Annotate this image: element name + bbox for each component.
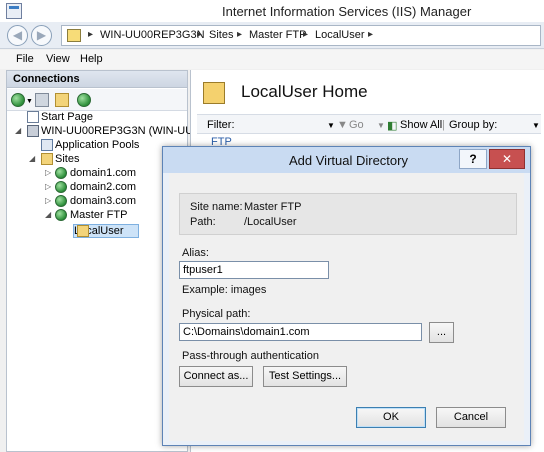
window-titlebar: Internet Information Services (IIS) Mana… [0,0,544,22]
dialog-title: Add Virtual Directory [289,153,408,168]
up-folder-icon[interactable] [55,93,69,107]
alias-label: Alias: [182,247,209,259]
tree-item-master-ftp[interactable]: ◢ Master FTP [7,208,187,222]
tree-item-server[interactable]: ◢ WIN-UU00REP3G3N (WIN-UU00RE [7,124,221,138]
site-globe-icon [55,195,67,207]
filter-dropdown-icon[interactable]: ▼ [327,121,335,130]
alias-input[interactable]: ftpuser1 [179,261,329,279]
breadcrumb-separator: ▸ [303,29,309,40]
group-by-label[interactable]: Group by: [449,119,497,131]
collapse-icon[interactable]: ◢ [45,208,51,222]
connections-header: Connections [7,71,187,88]
tree-item-application-pools[interactable]: Application Pools [7,138,187,152]
site-globe-icon [55,209,67,221]
forward-button[interactable]: ▶ [31,25,52,46]
dialog-titlebar: Add Virtual Directory ? ✕ [163,147,530,173]
path-label: Path: [190,216,216,228]
tree-label: domain3.com [70,195,137,207]
dialog-body: Site name: Master FTP Path: /LocalUser A… [169,173,524,441]
iis-manager-icon [6,3,22,19]
expand-icon[interactable]: ▷ [45,166,51,180]
breadcrumb-sites[interactable]: Sites [209,29,233,41]
expand-icon[interactable]: ▷ [45,194,51,208]
tree-item-start-page[interactable]: Start Page [7,110,187,124]
tree-label: domain2.com [70,181,137,193]
test-settings-button[interactable]: Test Settings... [263,366,347,387]
application-pools-icon [41,139,53,151]
breadcrumb-server[interactable]: WIN-UU00REP3G3N [100,29,205,41]
save-icon[interactable] [35,93,49,107]
ok-button[interactable]: OK [356,407,426,428]
menu-view[interactable]: View [46,53,70,65]
breadcrumb-separator: ▸ [368,29,374,40]
browse-button[interactable]: ... [429,322,454,343]
navigation-bar: ◀ ▶ ▸ WIN-UU00REP3G3N ▸ Sites ▸ Master F… [0,22,544,49]
site-name-value: Master FTP [244,201,302,213]
connections-title: Connections [13,73,80,85]
show-all-button[interactable]: Show All [400,119,442,131]
connect-as-button[interactable]: Connect as... [179,366,253,387]
toolbar-divider: | [442,119,445,131]
breadcrumb-separator: ▸ [237,29,243,40]
path-value: /LocalUser [244,216,297,228]
tree-item-sites[interactable]: ◢ Sites [7,152,187,166]
breadcrumb-separator: ▸ [197,29,203,40]
sites-folder-icon [41,153,53,165]
server-icon [27,125,39,137]
physical-path-label: Physical path: [182,308,251,320]
tree-label: domain1.com [70,167,137,179]
folder-icon [67,29,81,42]
tree-label: Start Page [41,111,93,123]
disconnect-icon[interactable] [77,93,91,107]
site-name-label: Site name: [190,201,243,213]
group-by-dropdown-icon[interactable]: ▼ [532,121,540,130]
go-button[interactable]: Go [349,119,364,131]
tree-label: Sites [55,153,80,165]
cancel-button[interactable]: Cancel [436,407,506,428]
site-info-box: Site name: Master FTP Path: /LocalUser [179,193,517,235]
forward-arrow-icon: ▶ [36,28,47,42]
address-bar[interactable]: ▸ WIN-UU00REP3G3N ▸ Sites ▸ Master FTP ▸… [61,25,541,46]
breadcrumb-master-ftp[interactable]: Master FTP [249,29,306,41]
window-title: Internet Information Services (IIS) Mana… [222,4,472,19]
breadcrumb-separator: ▸ [88,29,94,40]
tree-item-localuser-selected[interactable]: LocalUser [73,224,139,238]
tree-item-domain1[interactable]: ▷ domain1.com [7,166,187,180]
start-page-icon [27,111,39,123]
virtual-folder-icon [77,225,89,237]
add-virtual-directory-dialog: Add Virtual Directory ? ✕ Site name: Mas… [162,146,531,446]
physical-path-input[interactable]: C:\Domains\domain1.com [179,323,422,341]
pass-through-label: Pass-through authentication [182,350,319,362]
menu-file[interactable]: File [16,53,34,65]
menu-help[interactable]: Help [80,53,103,65]
close-button[interactable]: ✕ [489,149,525,169]
filter-bar: Filter: ▼ ▼ Go ▼ ◧ Show All | Group by: … [197,114,541,134]
expand-icon[interactable]: ▷ [45,180,51,194]
show-all-icon: ◧ [387,120,398,132]
go-filter-icon[interactable]: ▼ [337,119,348,131]
filter-label: Filter: [207,119,235,131]
site-globe-icon [55,167,67,179]
tree-label: Application Pools [55,139,140,151]
connections-panel: Connections ▼ Start Page ◢ WIN-UU00REP3G… [6,70,221,452]
tree-label: Master FTP [70,209,128,221]
example-hint: Example: images [182,284,267,296]
connect-globe-icon[interactable] [11,93,25,107]
dropdown-arrow-icon[interactable]: ▼ [26,98,33,105]
breadcrumb-localuser[interactable]: LocalUser [315,29,365,41]
help-button[interactable]: ? [459,149,487,169]
collapse-icon[interactable]: ◢ [29,152,35,166]
page-title: LocalUser Home [241,82,368,101]
tree-item-domain3[interactable]: ▷ domain3.com [7,194,187,208]
collapse-icon[interactable]: ◢ [15,124,21,138]
connections-toolbar: ▼ [7,89,187,111]
virtual-folder-icon [203,82,225,104]
back-button[interactable]: ◀ [7,25,28,46]
menu-bar: File View Help [0,50,544,69]
go-dropdown-icon[interactable]: ▼ [377,121,385,130]
site-globe-icon [55,181,67,193]
tree-item-domain2[interactable]: ▷ domain2.com [7,180,187,194]
back-arrow-icon: ◀ [12,28,23,42]
